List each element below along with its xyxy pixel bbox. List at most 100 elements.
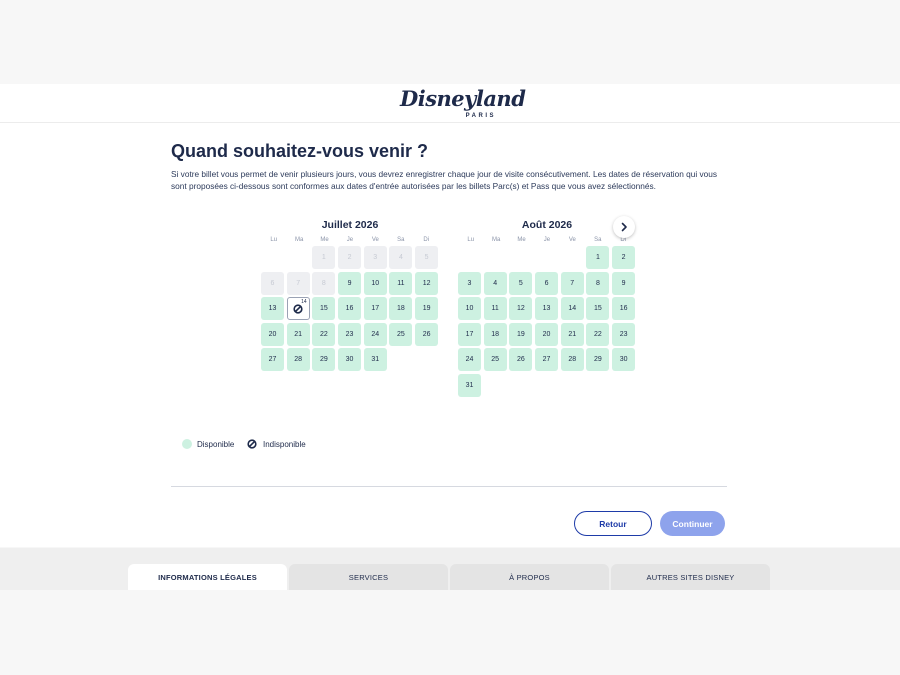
empty-cell — [561, 246, 584, 269]
day-cell-available[interactable]: 25 — [483, 348, 507, 371]
day-cell-available[interactable]: 20 — [261, 322, 284, 346]
day-cell-available[interactable]: 14 — [560, 297, 584, 320]
day-cell-available[interactable]: 11 — [389, 271, 413, 295]
day-cell-available[interactable]: 16 — [612, 297, 636, 320]
day-cell-available[interactable]: 13 — [535, 297, 559, 320]
day-cell-available[interactable]: 15 — [586, 297, 610, 320]
weekday-label: Di — [423, 237, 430, 243]
weekday-label: Je — [346, 237, 354, 243]
day-cell-available[interactable]: 11 — [483, 297, 507, 320]
day-cell-available[interactable]: 12 — [509, 297, 533, 320]
day-cell-available[interactable]: 15 — [312, 297, 336, 320]
empty-cell — [458, 246, 481, 269]
day-cell-available[interactable]: 29 — [586, 348, 610, 371]
day-cell-available[interactable]: 4 — [483, 271, 507, 295]
weekday-label: Me — [320, 237, 329, 243]
divider — [171, 486, 727, 487]
day-cell-available[interactable]: 18 — [389, 297, 413, 320]
day-cell-available[interactable]: 27 — [535, 348, 559, 371]
tab-informations-legales[interactable]: INFORMATIONS LÉGALES — [128, 564, 287, 590]
day-cell-available[interactable]: 17 — [458, 322, 481, 346]
day-cell-available[interactable]: 13 — [261, 297, 284, 320]
day-cell-past: 8 — [312, 271, 336, 295]
weekday-label: Lu — [467, 237, 475, 243]
month-title: Juillet 2026 — [321, 219, 379, 231]
day-cell-available[interactable]: 9 — [612, 271, 636, 295]
day-cell-available[interactable]: 24 — [458, 348, 481, 371]
day-cell-available[interactable]: 5 — [509, 271, 533, 295]
day-cell-available[interactable]: 24 — [363, 322, 387, 346]
unavailable-icon — [247, 439, 257, 449]
tab-autres-sites-disney[interactable]: AUTRES SITES DISNEY — [611, 564, 770, 590]
day-cell-available[interactable]: 30 — [612, 348, 636, 371]
day-cell-available[interactable]: 16 — [338, 297, 362, 320]
empty-cell — [509, 246, 532, 269]
day-cell-available[interactable]: 28 — [286, 348, 310, 371]
disneyland-paris-logo[interactable]: Disneyland PARIS — [400, 86, 526, 120]
day-cell-past: 7 — [286, 271, 310, 295]
day-cell-available[interactable]: 26 — [509, 348, 533, 371]
legend-unavailable: Indisponible — [247, 439, 306, 449]
intro-text: Si votre billet vous permet de venir plu… — [171, 169, 718, 191]
day-cell-available[interactable]: 3 — [458, 271, 481, 295]
day-cell-available[interactable]: 10 — [363, 271, 387, 295]
day-cell-available[interactable]: 7 — [560, 271, 584, 295]
legend-available: Disponible — [182, 439, 234, 449]
month-july: Juillet 2026 Lu Ma Me Je Ve Sa Di 1 2 3 4 5 6 7 8 9 10 1… — [261, 219, 439, 371]
bottom-band — [0, 590, 900, 675]
day-cell-available[interactable]: 9 — [338, 271, 362, 295]
day-cell-available[interactable]: 31 — [363, 348, 387, 371]
day-cell-available[interactable]: 28 — [560, 348, 584, 371]
weekday-header: Lu Ma Me Je Ve Sa Di — [261, 237, 439, 243]
day-cell-available[interactable]: 12 — [415, 271, 439, 295]
tab-services[interactable]: SERVICES — [289, 564, 448, 590]
available-swatch — [182, 439, 192, 449]
day-cell-available[interactable]: 29 — [312, 348, 336, 371]
day-cell-available[interactable]: 25 — [389, 322, 413, 346]
logo-wordmark: Disneyland — [400, 86, 526, 111]
month-title: Août 2026 — [521, 219, 573, 231]
legend-unavailable-label: Indisponible — [263, 439, 306, 449]
day-cell-available[interactable]: 17 — [363, 297, 387, 320]
day-cell-available[interactable]: 23 — [612, 322, 636, 346]
day-cell-available[interactable]: 18 — [483, 322, 507, 346]
top-band — [0, 0, 900, 84]
weekday-header: Lu Ma Me Je Ve Sa Di — [458, 237, 636, 243]
weekday-label: Sa — [397, 237, 405, 243]
day-cell-available[interactable]: 30 — [338, 348, 362, 371]
day-number: 14 — [301, 299, 307, 305]
day-cell-available[interactable]: 1 — [586, 246, 610, 269]
day-cell-available[interactable]: 2 — [612, 246, 636, 269]
day-cell-available[interactable]: 21 — [560, 322, 584, 346]
empty-cell — [287, 246, 310, 269]
empty-cell — [261, 246, 284, 269]
page-title: Quand souhaitez-vous venir ? — [171, 141, 429, 161]
day-cell-available[interactable]: 19 — [415, 297, 439, 320]
day-grid: 1 2 3 4 5 6 7 8 9 10 11 12 13 14 15 16 17 18 19 20 21 22 23 24 2… — [261, 246, 439, 371]
tab-a-propos[interactable]: À PROPOS — [450, 564, 609, 590]
day-cell-past: 3 — [363, 246, 387, 269]
day-cell-available[interactable]: 10 — [458, 297, 481, 320]
day-cell-unavailable[interactable]: 14 — [286, 297, 310, 320]
day-cell-available[interactable]: 6 — [535, 271, 559, 295]
day-grid: 1 2 3 4 5 6 7 8 9 10 11 12 13 14 15 16 17 18 19 20 21 22 23 24 2… — [458, 246, 636, 397]
day-cell-available[interactable]: 23 — [338, 322, 362, 346]
day-cell-available[interactable]: 31 — [458, 373, 481, 397]
back-button[interactable]: Retour — [574, 511, 652, 536]
day-cell-available[interactable]: 21 — [286, 322, 310, 346]
day-cell-past: 1 — [312, 246, 336, 269]
day-cell-available[interactable]: 8 — [586, 271, 610, 295]
day-cell-available[interactable]: 26 — [415, 322, 439, 346]
day-cell-available[interactable]: 20 — [535, 322, 559, 346]
empty-cell — [535, 246, 558, 269]
continue-button[interactable]: Continuer — [660, 511, 725, 536]
main-content: Quand souhaitez-vous venir ? Si votre bi… — [0, 123, 900, 547]
unavailable-icon — [293, 303, 303, 314]
day-cell-past: 2 — [338, 246, 362, 269]
day-cell-available[interactable]: 22 — [312, 322, 336, 346]
day-cell-available[interactable]: 27 — [261, 348, 284, 371]
day-cell-available[interactable]: 19 — [509, 322, 533, 346]
next-month-button[interactable] — [613, 216, 635, 238]
day-cell-available[interactable]: 22 — [586, 322, 610, 346]
day-cell-past: 6 — [261, 271, 284, 295]
